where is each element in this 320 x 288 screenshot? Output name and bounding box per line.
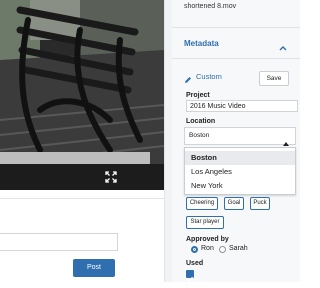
chevron-up-icon[interactable] [278, 39, 288, 51]
metadata-header[interactable]: Metadata [184, 39, 219, 48]
video-frame-image [0, 0, 164, 164]
custom-label[interactable]: Custom [196, 72, 222, 81]
video-controls-bar [0, 164, 164, 190]
fullscreen-icon[interactable] [105, 171, 117, 183]
divider [172, 58, 300, 59]
divider [172, 27, 300, 28]
radio-sarah[interactable] [219, 246, 226, 253]
tag-goal[interactable]: Goal [224, 197, 244, 210]
pencil-icon [184, 71, 192, 83]
divider [0, 198, 164, 199]
location-option-boston[interactable]: Boston [185, 151, 295, 165]
project-label: Project [186, 92, 210, 99]
radio-ron-label: Ron [201, 245, 214, 252]
media-filename: ArtaraMusic - Alfresco Son... shortened … [184, 3, 237, 10]
tag-star-player[interactable]: Star player [186, 216, 224, 229]
tag-cheering[interactable]: Cheering [186, 197, 218, 210]
approved-by-label: Approved by [186, 236, 229, 243]
radio-ron[interactable] [191, 246, 198, 253]
location-dropdown: Boston Los Angeles New York [184, 147, 296, 195]
scrub-bar[interactable] [0, 152, 150, 164]
used-label: Used [186, 260, 204, 267]
location-option-los-angeles[interactable]: Los Angeles [185, 165, 295, 179]
location-select[interactable]: Boston [184, 127, 296, 145]
post-button[interactable]: Post [73, 259, 115, 277]
caret-up-icon [283, 133, 289, 146]
panel-divider[interactable] [164, 0, 172, 282]
tag-puck[interactable]: Puck [250, 197, 270, 210]
save-button[interactable]: Save [259, 71, 289, 86]
video-preview[interactable] [0, 0, 164, 190]
comment-input[interactable] [0, 233, 118, 251]
location-label: Location [186, 118, 216, 125]
used-checkbox[interactable] [186, 270, 194, 282]
location-option-new-york[interactable]: New York [185, 179, 295, 193]
project-field[interactable]: 2016 Music Video [186, 100, 298, 112]
radio-sarah-label: Sarah [229, 245, 248, 252]
